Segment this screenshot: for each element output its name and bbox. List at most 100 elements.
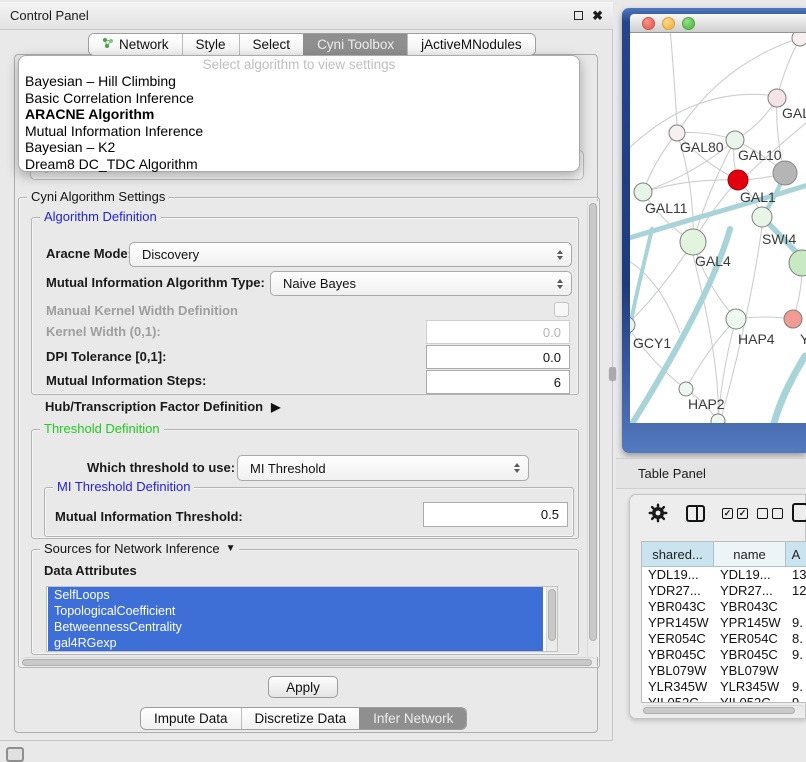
checked-box-icon: ✓ — [722, 508, 733, 519]
network-edge-thick[interactable] — [773, 356, 805, 423]
data-attribute-item[interactable]: TopologicalCoefficient — [48, 603, 543, 619]
table-cell: 8. — [786, 631, 806, 647]
table-cell: YER054C — [642, 631, 714, 647]
network-node[interactable] — [792, 33, 806, 46]
table-horizontal-scrollbar-thumb[interactable] — [643, 707, 795, 714]
network-node-label: GAL10 — [738, 147, 782, 163]
hub-transcription-label: Hub/Transcription Factor Definition — [45, 399, 263, 414]
tab-select[interactable]: Select — [239, 34, 304, 55]
network-node-swi4[interactable] — [752, 207, 772, 227]
network-node-hap2[interactable] — [679, 382, 693, 396]
algorithm-option-mutual-information-inference[interactable]: Mutual Information Inference — [19, 123, 579, 140]
control-panel-titlebar[interactable]: Control Panel ✖ — [0, 2, 613, 30]
expand-right-icon[interactable]: ▶ — [271, 400, 280, 414]
data-attribute-item[interactable]: SelfLoops — [48, 587, 543, 603]
data-attribute-item[interactable]: BetweennessCentrality — [48, 619, 543, 635]
algorithm-option-basic-correlation-inference[interactable]: Basic Correlation Inference — [19, 90, 579, 107]
network-edge[interactable] — [643, 133, 677, 192]
table-panel-title: Table Panel — [638, 466, 706, 481]
network-edge[interactable] — [670, 33, 677, 125]
table-row[interactable]: YBR045CYBR045C9. — [642, 647, 806, 663]
settings-vertical-scrollbar-thumb[interactable] — [589, 203, 597, 641]
table-row[interactable]: YLR345WYLR345W9. — [642, 679, 806, 695]
aracne-mode-combo[interactable]: Discovery — [129, 242, 572, 267]
split-columns-icon[interactable] — [686, 505, 705, 522]
table-row[interactable]: YDR27...YDR27...12 — [642, 583, 806, 599]
table-cell: YBL079W — [642, 663, 714, 679]
collapsed-panel-icon[interactable] — [6, 747, 24, 762]
network-node-y[interactable] — [784, 310, 802, 328]
minimize-traffic-light-icon[interactable] — [662, 17, 675, 30]
column-header-name[interactable]: name — [714, 542, 786, 567]
dpi-tolerance-field[interactable]: 0.0 — [426, 345, 570, 369]
network-view-window[interactable]: GALGAL80GAL10GAL1GAL11SWI4GAL4HAP4YGCY1H… — [622, 8, 806, 453]
collapse-down-icon[interactable]: ▼ — [226, 543, 236, 554]
close-traffic-light-icon[interactable] — [642, 17, 655, 30]
column-header-a[interactable]: A — [786, 542, 806, 567]
deselect-all-icon[interactable] — [757, 508, 783, 519]
close-window-icon[interactable]: ✖ — [592, 9, 603, 22]
float-window-icon[interactable] — [574, 11, 583, 20]
select-all-icon[interactable]: ✓ ✓ — [722, 508, 748, 519]
panel-divider-handle[interactable] — [609, 367, 616, 380]
table-panel-header[interactable]: Table Panel — [616, 458, 806, 489]
algorithm-option-aracne-algorithm[interactable]: ARACNE Algorithm — [19, 106, 579, 123]
mi-threshold-title: MI Threshold Definition — [53, 479, 194, 494]
settings-horizontal-scrollbar[interactable] — [21, 657, 597, 667]
attribute-list-scrollbar[interactable] — [546, 587, 557, 651]
network-node-gal11[interactable] — [634, 183, 652, 201]
aracne-mode-label: Aracne Mode: — [46, 246, 132, 262]
tab-label: Cyni Toolbox — [317, 37, 394, 52]
tab-impute-data[interactable]: Impute Data — [141, 708, 241, 729]
tab-cyni-toolbox[interactable]: Cyni Toolbox — [303, 34, 407, 55]
network-node[interactable] — [773, 161, 797, 185]
algorithm-definition-title: Algorithm Definition — [40, 209, 161, 224]
tab-label: Discretize Data — [255, 711, 347, 726]
network-node-gal1[interactable] — [728, 170, 748, 190]
sources-group-header[interactable]: Sources for Network Inference ▼ — [40, 541, 239, 556]
network-node-gcy1[interactable] — [630, 317, 635, 333]
mi-threshold-field[interactable]: 0.5 — [423, 502, 568, 527]
network-node-gal4[interactable] — [680, 229, 706, 255]
hub-transcription-expander[interactable]: Hub/Transcription Factor Definition ▶ — [45, 399, 280, 414]
network-window-titlebar[interactable] — [630, 14, 806, 33]
table-row[interactable]: YDL19...YDL19...13 — [642, 567, 806, 583]
algorithm-option-dream8-dc-tdc-algorithm[interactable]: Dream8 DC_TDC Algorithm — [19, 156, 579, 173]
network-node-hap4[interactable] — [726, 309, 746, 329]
settings-vertical-scrollbar[interactable] — [587, 201, 598, 657]
kernel-width-field[interactable]: 0.0 — [426, 320, 570, 344]
tab-network[interactable]: Network — [89, 34, 182, 55]
mi-steps-field[interactable]: 6 — [426, 370, 570, 394]
network-node[interactable] — [789, 250, 806, 276]
settings-gear-icon[interactable] — [648, 503, 668, 528]
table-row[interactable]: YBL079WYBL079W — [642, 663, 806, 679]
mi-algorithm-type-combo[interactable]: Naive Bayes — [270, 271, 572, 296]
algorithm-option-bayesian-hill-climbing[interactable]: Bayesian – Hill Climbing — [19, 73, 579, 90]
attribute-list-scrollbar-thumb[interactable] — [548, 589, 556, 641]
table-row[interactable]: YBR043CYBR043C — [642, 599, 806, 615]
table-row[interactable]: YIL052CYIL052C9. — [642, 695, 806, 703]
data-attribute-item[interactable]: gal4RGexp — [48, 635, 543, 651]
tab-jactivemnodules[interactable]: jActiveMNodules — [407, 34, 535, 55]
table-horizontal-scrollbar[interactable] — [642, 705, 805, 715]
document-icon[interactable] — [792, 503, 806, 522]
table-row[interactable]: YER054CYER054C8. — [642, 631, 806, 647]
network-edge[interactable] — [686, 319, 736, 389]
table-cell: YBL079W — [714, 663, 786, 679]
which-threshold-combo[interactable]: MI Threshold — [237, 455, 529, 481]
network-node[interactable] — [711, 414, 725, 423]
tab-style[interactable]: Style — [182, 34, 239, 55]
algorithm-option-bayesian-k2[interactable]: Bayesian – K2 — [19, 139, 579, 156]
data-attributes-list[interactable]: SelfLoopsTopologicalCoefficientBetweenne… — [46, 586, 558, 652]
tab-discretize-data[interactable]: Discretize Data — [241, 708, 360, 729]
tab-infer-network[interactable]: Infer Network — [359, 708, 466, 729]
network-edge[interactable] — [777, 38, 800, 98]
table-row[interactable]: YPR145WYPR145W9. — [642, 615, 806, 631]
settings-horizontal-scrollbar-thumb[interactable] — [22, 659, 592, 666]
column-header-shared[interactable]: shared... — [642, 542, 714, 567]
manual-kernel-width-checkbox[interactable] — [554, 302, 569, 317]
network-canvas[interactable]: GALGAL80GAL10GAL1GAL11SWI4GAL4HAP4YGCY1H… — [630, 33, 806, 423]
mi-threshold-value: 0.5 — [541, 507, 559, 522]
apply-button[interactable]: Apply — [268, 676, 338, 698]
zoom-traffic-light-icon[interactable] — [682, 17, 695, 30]
